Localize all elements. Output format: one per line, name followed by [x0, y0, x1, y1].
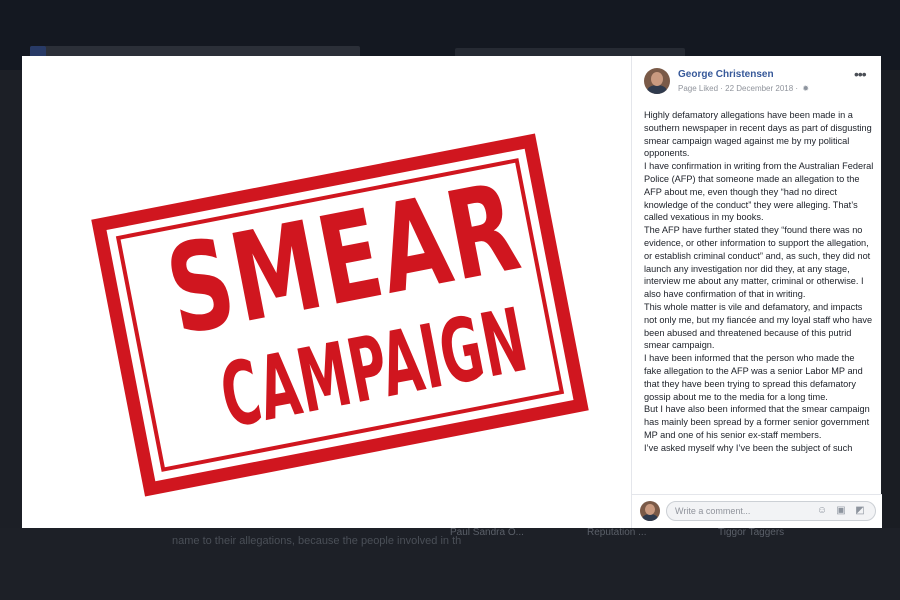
post-paragraph: Highly defamatory allegations have been … [644, 110, 872, 159]
post-panel: George Christensen Page Liked · 22 Decem… [631, 56, 882, 528]
post-paragraph: I’ve asked myself why I’ve been the subj… [644, 442, 853, 453]
more-options-icon[interactable]: ••• [854, 66, 867, 82]
camera-icon[interactable]: ▣ [835, 505, 847, 517]
post-body: Highly defamatory allegations have been … [644, 109, 874, 495]
post-paragraph: The AFP have further stated they “found … [644, 225, 871, 300]
avatar-shirt [647, 85, 667, 94]
avatar-face [645, 504, 655, 515]
background-sidebar [882, 70, 900, 550]
author-avatar[interactable] [644, 68, 670, 94]
sticker-icon[interactable]: ◩ [854, 505, 866, 517]
post-meta: Page Liked · 22 December 2018 · ✹ [678, 84, 809, 93]
avatar-shirt [642, 514, 658, 521]
commenter-avatar [640, 501, 660, 521]
background-post-text: name to their allegations, because the p… [172, 535, 462, 547]
post-paragraph: I have confirmation in writing from the … [644, 161, 874, 223]
author-name-link[interactable]: George Christensen [678, 69, 774, 80]
audience-gear-icon[interactable]: ✹ [802, 84, 809, 93]
background-chip: Tiggor Taggers [718, 527, 785, 538]
emoji-icon[interactable]: ☺ [816, 505, 828, 517]
post-paragraph: I have been informed that the person who… [644, 353, 863, 402]
photo-viewer: SMEAR CAMPAIGN [22, 56, 631, 528]
background-chip: Reputation ... [587, 527, 647, 538]
smear-campaign-stamp-image: SMEAR CAMPAIGN [91, 133, 589, 497]
post-paragraph: But I have also been informed that the s… [644, 404, 870, 440]
avatar-face [651, 72, 663, 86]
comment-bar: ☺ ▣ ◩ [632, 494, 882, 528]
post-meta-text: Page Liked · 22 December 2018 · [678, 84, 799, 93]
background-chip: Paul Sandra O... [450, 527, 524, 538]
post-header: George Christensen Page Liked · 22 Decem… [632, 56, 882, 104]
post-paragraph: This whole matter is vile and defamatory… [644, 301, 873, 351]
